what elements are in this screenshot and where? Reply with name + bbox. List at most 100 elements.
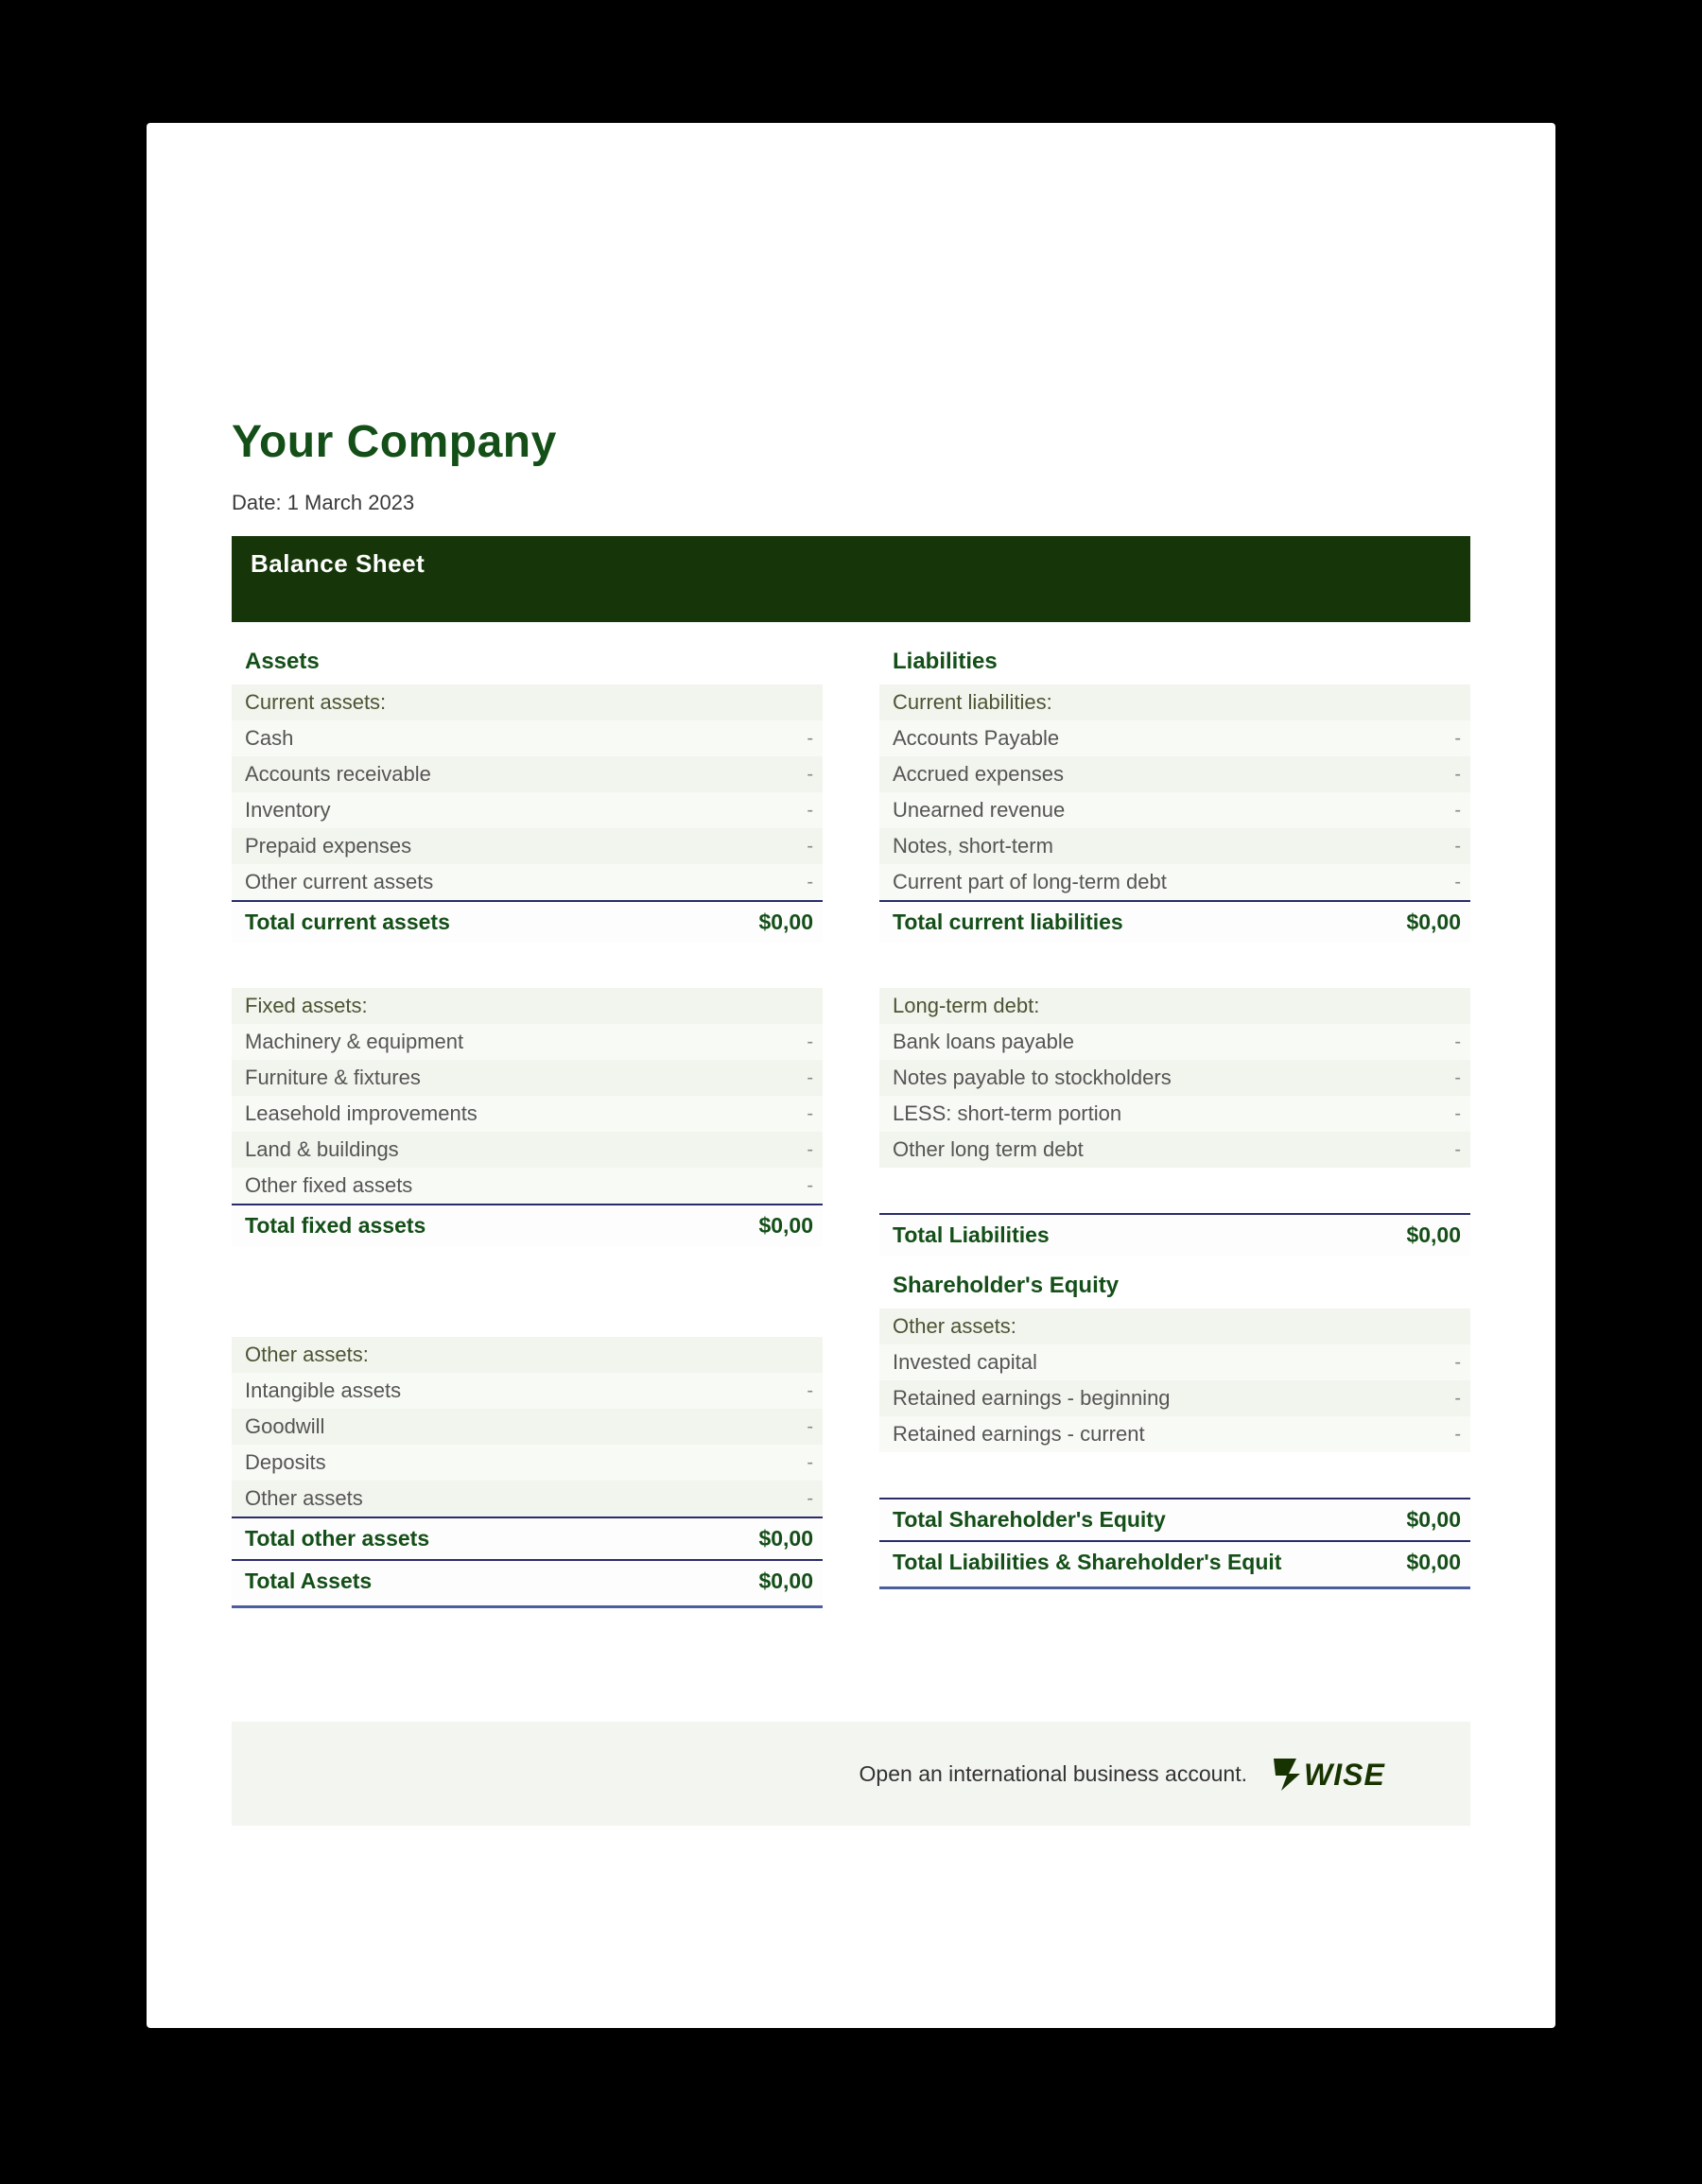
row-label: Total Liabilities	[893, 1222, 1050, 1248]
line-item: Leasehold improvements -	[232, 1096, 823, 1132]
row-label: Other assets:	[893, 1314, 1461, 1339]
row-label: Intangible assets	[245, 1378, 807, 1403]
row-label: Unearned revenue	[893, 798, 1454, 823]
current-assets-subhead: Current assets:	[232, 685, 823, 720]
balance-sheet-body: Assets Current assets: Cash - Accounts r…	[232, 639, 1470, 1608]
liabilities-heading: Liabilities	[879, 639, 1470, 685]
balance-sheet-banner: Balance Sheet	[232, 536, 1470, 622]
row-value: $0,00	[1406, 1222, 1461, 1248]
row-label: Furniture & fixtures	[245, 1066, 807, 1090]
row-label: Other long term debt	[893, 1137, 1454, 1162]
row-value: $0,00	[758, 910, 813, 935]
current-liabilities-subhead: Current liabilities:	[879, 685, 1470, 720]
line-item: Accounts receivable -	[232, 756, 823, 792]
row-value: -	[807, 836, 813, 858]
row-value: -	[1454, 836, 1461, 858]
row-value: -	[1454, 1031, 1461, 1053]
row-label: Other assets:	[245, 1343, 813, 1367]
other-assets-subhead: Other assets:	[232, 1337, 823, 1373]
row-label: LESS: short-term portion	[893, 1101, 1454, 1126]
row-label: Current liabilities:	[893, 690, 1461, 715]
spacer-row	[232, 1246, 823, 1291]
spacer-row	[879, 1452, 1470, 1498]
line-item: Other fixed assets -	[232, 1168, 823, 1204]
footer-bar: Open an international business account. …	[232, 1722, 1470, 1826]
total-liabilities: Total Liabilities $0,00	[879, 1213, 1470, 1256]
line-item: Inventory -	[232, 792, 823, 828]
row-label: Total Assets	[245, 1569, 372, 1594]
row-label: Accounts receivable	[245, 762, 807, 787]
line-item: Other long term debt -	[879, 1132, 1470, 1168]
line-item: Accounts Payable -	[879, 720, 1470, 756]
row-value: -	[1454, 728, 1461, 750]
row-value: -	[1454, 872, 1461, 893]
line-item: Deposits -	[232, 1445, 823, 1481]
row-label: Notes payable to stockholders	[893, 1066, 1454, 1090]
line-item: Retained earnings - current -	[879, 1416, 1470, 1452]
row-label: Prepaid expenses	[245, 834, 807, 858]
spacer-row	[879, 943, 1470, 988]
row-value: -	[807, 872, 813, 893]
total-current-liabilities: Total current liabilities $0,00	[879, 900, 1470, 943]
row-label: Accrued expenses	[893, 762, 1454, 787]
row-value: $0,00	[758, 1213, 813, 1239]
row-value: -	[1454, 1103, 1461, 1125]
row-value: $0,00	[1406, 1507, 1461, 1533]
liabilities-column: Liabilities Current liabilities: Account…	[879, 639, 1470, 1608]
row-label: Retained earnings - current	[893, 1422, 1454, 1447]
line-item: Invested capital -	[879, 1344, 1470, 1380]
row-value: -	[807, 1416, 813, 1438]
row-label: Accounts Payable	[893, 726, 1454, 751]
row-label: Land & buildings	[245, 1137, 807, 1162]
row-value: $0,00	[1406, 1550, 1461, 1575]
row-value: -	[807, 1380, 813, 1402]
line-item: Unearned revenue -	[879, 792, 1470, 828]
row-value: $0,00	[1406, 910, 1461, 935]
row-value: -	[807, 1067, 813, 1089]
row-label: Total Liabilities & Shareholder's Equit	[893, 1550, 1281, 1575]
row-label: Other fixed assets	[245, 1173, 807, 1198]
row-label: Machinery & equipment	[245, 1030, 807, 1054]
row-label: Deposits	[245, 1450, 807, 1475]
row-label: Total fixed assets	[245, 1213, 426, 1239]
footer-text: Open an international business account.	[860, 1761, 1247, 1787]
line-item: Furniture & fixtures -	[232, 1060, 823, 1096]
line-item: Intangible assets -	[232, 1373, 823, 1409]
row-value: -	[1454, 1352, 1461, 1374]
line-item: Other current assets -	[232, 864, 823, 900]
line-item: LESS: short-term portion -	[879, 1096, 1470, 1132]
assets-column: Assets Current assets: Cash - Accounts r…	[232, 639, 823, 1608]
row-label: Retained earnings - beginning	[893, 1386, 1454, 1411]
row-label: Current part of long-term debt	[893, 870, 1454, 894]
row-label: Total current assets	[245, 910, 450, 935]
row-label: Leasehold improvements	[245, 1101, 807, 1126]
long-term-debt-subhead: Long-term debt:	[879, 988, 1470, 1024]
total-current-assets: Total current assets $0,00	[232, 900, 823, 943]
row-value: -	[807, 1103, 813, 1125]
row-value: -	[1454, 1388, 1461, 1410]
row-label: Current assets:	[245, 690, 813, 715]
document-page: Your Company Date: 1 March 2023 Balance …	[147, 123, 1555, 2028]
wise-logo-icon: WISE	[1272, 1753, 1433, 1794]
total-other-assets: Total other assets $0,00	[232, 1517, 823, 1559]
row-value: -	[807, 1488, 813, 1510]
row-label: Goodwill	[245, 1414, 807, 1439]
svg-text:WISE: WISE	[1304, 1758, 1385, 1792]
row-label: Bank loans payable	[893, 1030, 1454, 1054]
row-value: -	[1454, 1424, 1461, 1446]
company-name: Your Company	[232, 416, 1470, 468]
line-item: Cash -	[232, 720, 823, 756]
equity-subhead: Other assets:	[879, 1309, 1470, 1344]
total-fixed-assets: Total fixed assets $0,00	[232, 1204, 823, 1246]
row-value: -	[1454, 1067, 1461, 1089]
line-item: Other assets -	[232, 1481, 823, 1517]
row-label: Fixed assets:	[245, 994, 813, 1018]
assets-heading: Assets	[232, 639, 823, 685]
row-value: -	[807, 800, 813, 822]
total-shareholders-equity: Total Shareholder's Equity $0,00	[879, 1498, 1470, 1540]
row-value: -	[807, 764, 813, 786]
row-label: Cash	[245, 726, 807, 751]
line-item: Machinery & equipment -	[232, 1024, 823, 1060]
row-value: $0,00	[758, 1526, 813, 1551]
total-liabilities-and-equity: Total Liabilities & Shareholder's Equit …	[879, 1540, 1470, 1589]
